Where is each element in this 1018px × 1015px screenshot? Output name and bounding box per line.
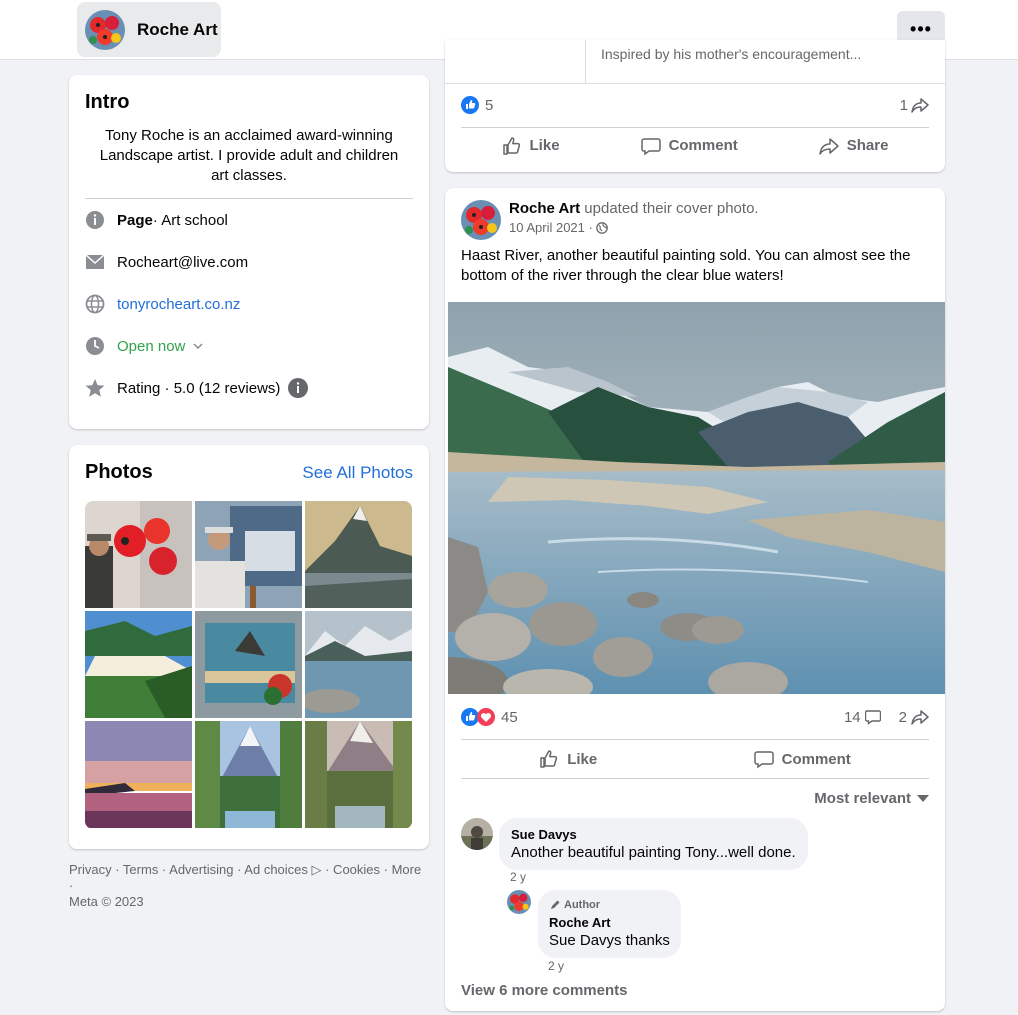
like-button[interactable]: Like — [539, 749, 597, 769]
page-label: Page — [117, 211, 153, 229]
commenter-name[interactable]: Sue Davys — [511, 826, 796, 844]
previous-post-card: Inspired by his mother's encouragement..… — [445, 40, 945, 172]
globe-icon — [595, 221, 608, 234]
share-button[interactable]: Share — [819, 137, 888, 155]
intro-bio: Tony Roche is an acclaimed award-winning… — [85, 126, 413, 199]
pencil-icon — [549, 899, 561, 911]
reaction-count[interactable]: 45 — [501, 709, 518, 726]
email-row: Rocheart@live.com — [85, 241, 413, 283]
comment-text: Sue Davys thanks — [549, 932, 670, 949]
hours-status: Open now — [117, 337, 186, 355]
globe-icon — [85, 294, 105, 314]
post-date[interactable]: 10 April 2021 · — [509, 220, 593, 235]
comment-icon — [864, 709, 881, 725]
share-icon — [911, 709, 929, 725]
hours-row[interactable]: Open now — [85, 325, 413, 367]
cover-photo-post: Roche Art updated their cover photo. 10 … — [445, 188, 945, 1011]
intro-title: Intro — [85, 91, 130, 113]
page-category: · Art school — [152, 211, 228, 229]
rating-text: Rating · 5.0 (12 reviews) — [117, 379, 281, 397]
post-author-name[interactable]: Roche Art — [509, 200, 580, 217]
post-actions: Like Comment — [461, 739, 929, 779]
intro-card: Intro Tony Roche is an acclaimed award-w… — [69, 75, 429, 429]
love-reaction-icon — [477, 708, 495, 726]
page-avatar — [85, 9, 125, 50]
sort-label: Most relevant — [814, 790, 911, 807]
comment-button[interactable]: Comment — [640, 136, 738, 156]
caret-down-icon — [917, 794, 929, 803]
footer-copyright: Meta © 2023 — [69, 894, 144, 909]
see-all-photos-link[interactable]: See All Photos — [302, 463, 413, 483]
post-text: Haast River, another beautiful painting … — [461, 247, 911, 284]
photo-thumbnail[interactable] — [305, 611, 412, 718]
reaction-count[interactable]: 5 — [485, 97, 493, 114]
page-category-row: Page · Art school — [85, 199, 413, 241]
share-count[interactable]: 1 — [900, 97, 908, 114]
commenter-avatar[interactable] — [461, 818, 493, 850]
page-name: Roche Art — [137, 19, 218, 39]
photo-thumbnail[interactable] — [195, 501, 302, 608]
footer-links[interactable]: Privacy · Terms · Advertising · Ad choic… — [69, 862, 429, 894]
info-icon — [85, 210, 105, 230]
post-actions: Like Comment Share — [461, 127, 929, 163]
email-icon — [85, 252, 105, 272]
share-icon — [911, 97, 929, 113]
shared-link-preview[interactable]: Inspired by his mother's encouragement..… — [445, 40, 945, 84]
reply-comment: Author Roche Art Sue Davys thanks — [507, 890, 681, 958]
photo-thumbnail[interactable] — [85, 501, 192, 608]
comment-text: Another beautiful painting Tony...well d… — [511, 844, 796, 861]
clock-icon — [85, 336, 105, 356]
photo-grid — [85, 501, 412, 829]
like-reaction-icon — [461, 96, 479, 114]
photo-thumbnail[interactable] — [195, 721, 302, 828]
like-button[interactable]: Like — [502, 136, 560, 156]
photo-thumbnail[interactable] — [85, 611, 192, 718]
rating-row: Rating · 5.0 (12 reviews) — [85, 367, 413, 409]
photos-title: Photos — [85, 461, 153, 483]
comment-icon — [640, 136, 661, 156]
photo-thumbnail[interactable] — [195, 611, 302, 718]
photo-thumbnail[interactable] — [305, 721, 412, 828]
photo-thumbnail[interactable] — [85, 721, 192, 828]
post-reaction-counts: 45 14 2 — [461, 708, 929, 726]
comment: Sue Davys Another beautiful painting Ton… — [461, 818, 808, 870]
view-more-comments-link[interactable]: View 6 more comments — [461, 982, 627, 999]
post-action-text: updated their cover photo. — [580, 200, 759, 217]
email-text: Rocheart@live.com — [117, 253, 249, 271]
photos-card: Photos See All Photos — [69, 445, 429, 849]
comment-timestamp[interactable]: 2 y — [510, 870, 526, 884]
commenter-avatar[interactable] — [507, 890, 531, 914]
comment-icon — [753, 749, 774, 769]
link-description: Inspired by his mother's encouragement..… — [601, 46, 862, 62]
comment-sort-dropdown[interactable]: Most relevant — [814, 790, 929, 807]
comment-bubble: Author Roche Art Sue Davys thanks — [538, 890, 681, 958]
thumbs-up-icon — [539, 749, 559, 769]
website-row: tonyrocheart.co.nz — [85, 283, 413, 325]
comment-count[interactable]: 14 — [844, 709, 861, 726]
page-footer: Privacy · Terms · Advertising · Ad choic… — [69, 862, 429, 910]
chevron-down-icon[interactable] — [193, 343, 203, 349]
commenter-name[interactable]: Roche Art — [549, 914, 670, 932]
star-icon — [85, 378, 105, 398]
author-badge: Author — [549, 896, 670, 914]
post-reaction-counts: 5 1 — [461, 96, 929, 114]
share-arrow-icon — [819, 137, 839, 155]
post-author-avatar[interactable] — [461, 200, 501, 240]
comment-timestamp[interactable]: 2 y — [548, 959, 564, 973]
photo-thumbnail[interactable] — [305, 501, 412, 608]
comment-bubble: Sue Davys Another beautiful painting Ton… — [499, 818, 808, 870]
thumbs-up-icon — [502, 136, 522, 156]
cover-photo-painting[interactable] — [448, 302, 945, 694]
page-profile-chip[interactable]: Roche Art — [77, 2, 221, 57]
rating-info-icon[interactable] — [288, 378, 309, 398]
share-count[interactable]: 2 — [899, 709, 907, 726]
comment-button[interactable]: Comment — [753, 749, 851, 769]
website-link[interactable]: tonyrocheart.co.nz — [117, 296, 240, 313]
